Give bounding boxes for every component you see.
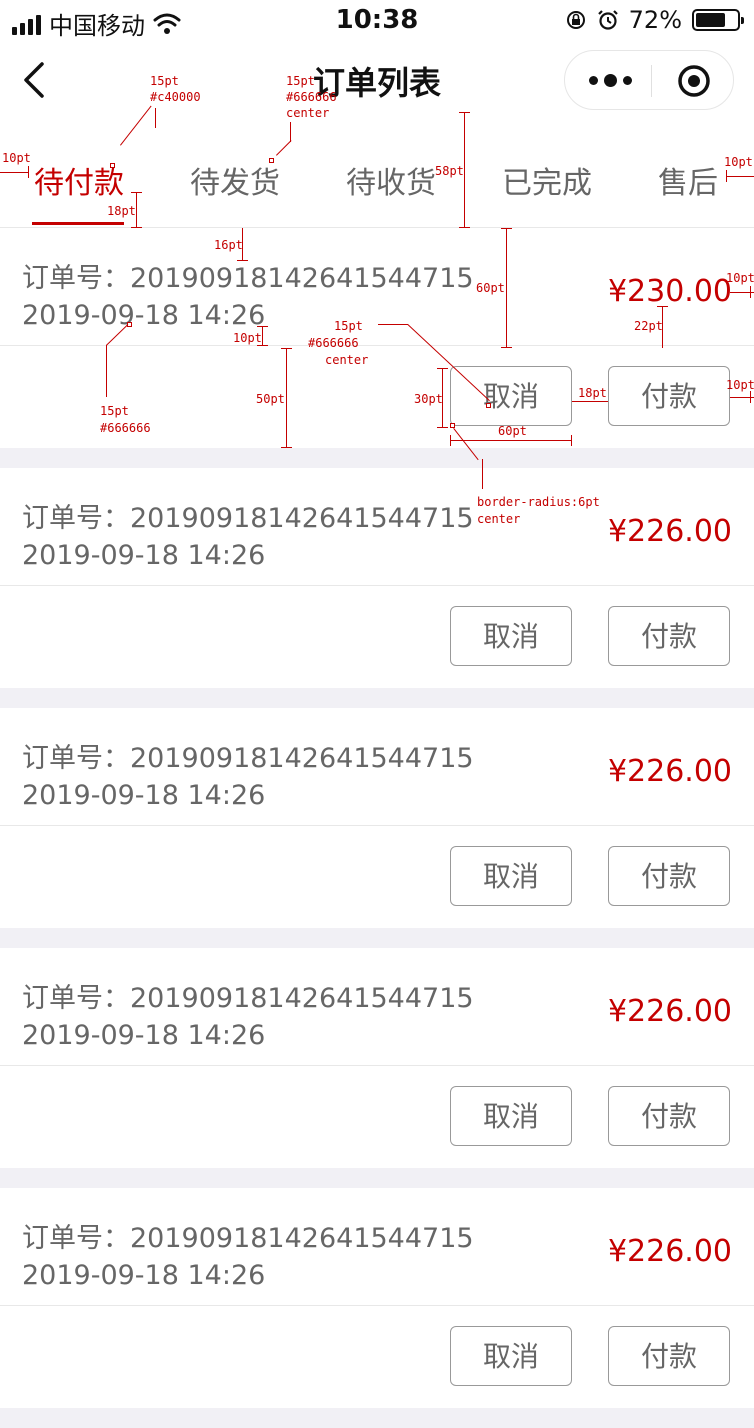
order-info: 订单号：20190918142641544715 2019-09-18 14:2… [0,948,754,1066]
capsule-divider [651,65,652,97]
tab-pending-shipment[interactable]: 待发货 [190,158,280,202]
status-right: 72% [565,6,744,34]
annotation-tab-active-color: #c40000 [150,90,201,104]
annotation-tab-active-font: 15pt [150,74,179,88]
annotation-btn-gap: 18pt [578,386,607,400]
order-actions: 取消 付款 [0,586,754,688]
annotation-info-font: 15pt [100,404,129,418]
order-price: ¥226.00 [607,754,732,789]
annotation-tabbar-height: 58pt [435,164,464,178]
battery-icon [692,9,744,31]
order-price: ¥230.00 [607,274,732,309]
cancel-button[interactable]: 取消 [450,366,572,426]
order-time: 2019-09-18 14:26 [22,540,266,571]
order-actions: 取消 付款 [0,1066,754,1168]
annotation-info-height: 60pt [476,281,505,295]
active-tab-underline [32,222,124,225]
order-number: 订单号：20190918142641544715 [22,743,474,774]
annotation-tab-color: #666666 [286,90,337,104]
annotation-btn-width: 60pt [498,424,527,438]
order-number: 订单号：20190918142641544715 [22,503,474,534]
order-info: 订单号：20190918142641544715 2019-09-18 14:2… [0,468,754,586]
battery-percent: 72% [628,6,682,34]
cancel-button[interactable]: 取消 [450,846,572,906]
annotation-right-pad: 10pt [724,155,753,169]
annotation-info-color: #666666 [100,421,151,435]
annotation-btn-radius-align: center [477,512,521,526]
cancel-button[interactable]: 取消 [450,1086,572,1146]
annotation-underline-gap: 18pt [107,204,136,218]
tab-after-sales[interactable]: 售后 [658,158,718,202]
annotation-btn-font: 15pt [334,319,363,333]
order-time: 2019-09-18 14:26 [22,780,266,811]
order-actions: 取消 付款 [0,1306,754,1408]
annotation-tab-align: center [286,106,330,120]
annotation-price-gap: 22pt [634,319,663,333]
annotation-line-gap: 10pt [233,331,262,345]
order-time: 2019-09-18 14:26 [22,300,266,331]
order-number: 订单号：20190918142641544715 [22,983,474,1014]
order-info: 订单号：20190918142641544715 2019-09-18 14:2… [0,1188,754,1306]
order-card: 订单号：20190918142641544715 2019-09-18 14:2… [0,708,754,928]
mini-program-capsule [564,50,734,110]
order-card: 订单号：20190918142641544715 2019-09-18 14:2… [0,948,754,1168]
annotation-tab-font: 15pt [286,74,315,88]
order-price: ¥226.00 [607,994,732,1029]
order-card: 订单号：20190918142641544715 2019-09-18 14:2… [0,468,754,688]
close-target-icon[interactable] [677,64,711,98]
tab-completed[interactable]: 已完成 [502,158,592,202]
cancel-button[interactable]: 取消 [450,1326,572,1386]
more-icon[interactable] [589,74,632,87]
nav-bar: 订单列表 [0,44,754,120]
pay-button[interactable]: 付款 [608,366,730,426]
annotation-price-pad: 10pt [726,271,754,285]
annotation-btn-color: #666666 [308,336,359,350]
tab-pending-receipt[interactable]: 待收货 [346,158,436,202]
annotation-btn-height: 30pt [414,392,443,406]
alarm-icon [597,10,618,30]
pay-button[interactable]: 付款 [608,606,730,666]
cancel-button[interactable]: 取消 [450,606,572,666]
pay-button[interactable]: 付款 [608,1086,730,1146]
order-info: 订单号：20190918142641544715 2019-09-18 14:2… [0,708,754,826]
orientation-lock-icon [566,11,585,29]
order-actions: 取消 付款 [0,826,754,928]
annotation-btn-align: center [325,353,369,367]
annotation-btn-radius: border-radius:6pt [477,495,600,509]
annotation-action-height: 50pt [256,392,285,406]
annotation-left-pad: 10pt [2,151,31,165]
order-number: 订单号：20190918142641544715 [22,263,474,294]
order-price: ¥226.00 [607,1234,732,1269]
pay-button[interactable]: 付款 [608,1326,730,1386]
order-time: 2019-09-18 14:26 [22,1260,266,1291]
status-bar: 中国移动 10:38 72% [0,0,754,44]
order-price: ¥226.00 [607,514,732,549]
order-time: 2019-09-18 14:26 [22,1020,266,1051]
order-number: 订单号：20190918142641544715 [22,1223,474,1254]
order-card: 订单号：20190918142641544715 2019-09-18 14:2… [0,1188,754,1408]
pay-button[interactable]: 付款 [608,846,730,906]
annotation-top-gap: 16pt [214,238,243,252]
